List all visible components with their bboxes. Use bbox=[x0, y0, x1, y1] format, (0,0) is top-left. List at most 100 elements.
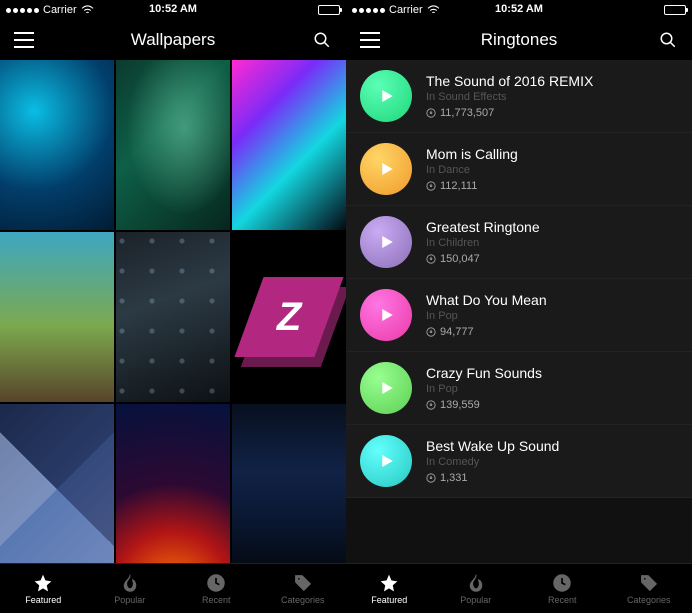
ringtone-row[interactable]: Mom is Calling In Dance 112,111 bbox=[346, 133, 692, 206]
tag-icon bbox=[293, 573, 313, 593]
menu-button[interactable] bbox=[358, 28, 382, 52]
download-icon bbox=[426, 473, 436, 483]
wallpaper-tile[interactable] bbox=[116, 232, 230, 402]
status-bar: Carrier 10:52 AM bbox=[0, 0, 346, 20]
tab-recent[interactable]: Recent bbox=[519, 564, 606, 613]
clock-icon bbox=[552, 573, 572, 593]
flame-icon bbox=[120, 573, 140, 593]
play-icon bbox=[377, 379, 395, 397]
play-icon bbox=[377, 306, 395, 324]
download-icon bbox=[426, 327, 436, 337]
nav-bar: Ringtones bbox=[346, 20, 692, 60]
tab-popular[interactable]: Popular bbox=[433, 564, 520, 613]
tab-bar: Featured Popular Recent Categories bbox=[0, 563, 346, 613]
ringtone-title: Mom is Calling bbox=[426, 146, 678, 162]
search-icon bbox=[313, 31, 331, 49]
ringtone-downloads: 139,559 bbox=[426, 399, 678, 411]
ringtone-title: Best Wake Up Sound bbox=[426, 438, 678, 454]
ringtone-row[interactable]: Greatest Ringtone In Children 150,047 bbox=[346, 206, 692, 279]
tab-categories[interactable]: Categories bbox=[606, 564, 692, 613]
download-icon bbox=[426, 400, 436, 410]
hamburger-icon bbox=[14, 32, 34, 48]
ringtone-title: What Do You Mean bbox=[426, 292, 678, 308]
wallpaper-tile[interactable] bbox=[0, 404, 114, 563]
battery-icon bbox=[318, 5, 340, 15]
tab-recent[interactable]: Recent bbox=[173, 564, 260, 613]
search-button[interactable] bbox=[310, 28, 334, 52]
ringtone-category: In Pop bbox=[426, 310, 678, 322]
play-icon bbox=[377, 87, 395, 105]
ringtone-downloads: 1,331 bbox=[426, 472, 678, 484]
clock-icon bbox=[206, 573, 226, 593]
wallpaper-tile[interactable]: Z bbox=[232, 232, 346, 402]
flame-icon bbox=[466, 573, 486, 593]
ringtone-category: In Comedy bbox=[426, 456, 678, 468]
tab-featured[interactable]: Featured bbox=[0, 564, 87, 613]
nav-bar: Wallpapers bbox=[0, 20, 346, 60]
ringtone-row[interactable]: Best Wake Up Sound In Comedy 1,331 bbox=[346, 425, 692, 498]
wallpaper-grid: Z bbox=[0, 60, 346, 563]
tab-bar: Featured Popular Recent Categories bbox=[346, 563, 692, 613]
wallpaper-tile[interactable] bbox=[0, 60, 114, 230]
tab-label: Categories bbox=[281, 595, 325, 605]
wallpaper-tile[interactable] bbox=[116, 60, 230, 230]
play-button[interactable] bbox=[360, 289, 412, 341]
play-icon bbox=[377, 452, 395, 470]
download-icon bbox=[426, 181, 436, 191]
ringtone-row[interactable]: What Do You Mean In Pop 94,777 bbox=[346, 279, 692, 352]
hamburger-icon bbox=[360, 32, 380, 48]
tab-popular[interactable]: Popular bbox=[87, 564, 174, 613]
tab-label: Recent bbox=[548, 595, 577, 605]
search-button[interactable] bbox=[656, 28, 680, 52]
wifi-icon bbox=[81, 5, 94, 15]
signal-dots-icon bbox=[352, 8, 385, 13]
ringtone-title: The Sound of 2016 REMIX bbox=[426, 73, 678, 89]
battery-icon bbox=[664, 5, 686, 15]
ringtone-category: In Sound Effects bbox=[426, 91, 678, 103]
menu-button[interactable] bbox=[12, 28, 36, 52]
zedge-logo-icon: Z bbox=[234, 277, 343, 357]
wifi-icon bbox=[427, 5, 440, 15]
tab-label: Recent bbox=[202, 595, 231, 605]
page-title: Ringtones bbox=[382, 30, 656, 50]
wallpaper-tile[interactable] bbox=[116, 404, 230, 563]
ringtone-downloads: 150,047 bbox=[426, 253, 678, 265]
tab-label: Categories bbox=[627, 595, 671, 605]
play-button[interactable] bbox=[360, 70, 412, 122]
star-icon bbox=[379, 573, 399, 593]
ringtone-category: In Pop bbox=[426, 383, 678, 395]
tab-label: Featured bbox=[371, 595, 407, 605]
ringtone-category: In Dance bbox=[426, 164, 678, 176]
tab-categories[interactable]: Categories bbox=[260, 564, 347, 613]
play-button[interactable] bbox=[360, 216, 412, 268]
tab-featured[interactable]: Featured bbox=[346, 564, 433, 613]
tab-label: Featured bbox=[25, 595, 61, 605]
ringtone-title: Crazy Fun Sounds bbox=[426, 365, 678, 381]
carrier-label: Carrier bbox=[389, 4, 423, 16]
play-icon bbox=[377, 233, 395, 251]
play-button[interactable] bbox=[360, 362, 412, 414]
ringtone-title: Greatest Ringtone bbox=[426, 219, 678, 235]
search-icon bbox=[659, 31, 677, 49]
download-icon bbox=[426, 108, 436, 118]
carrier-label: Carrier bbox=[43, 4, 77, 16]
status-bar: Carrier 10:52 AM bbox=[346, 0, 692, 20]
ringtone-downloads: 112,111 bbox=[426, 180, 678, 192]
wallpapers-screen: Carrier 10:52 AM Wallpapers Z Featured bbox=[0, 0, 346, 613]
play-button[interactable] bbox=[360, 435, 412, 487]
download-icon bbox=[426, 254, 436, 264]
play-icon bbox=[377, 160, 395, 178]
ringtone-category: In Children bbox=[426, 237, 678, 249]
wallpaper-tile[interactable] bbox=[0, 232, 114, 402]
ringtone-downloads: 94,777 bbox=[426, 326, 678, 338]
ringtones-screen: Carrier 10:52 AM Ringtones The Sound of … bbox=[346, 0, 692, 613]
wallpaper-tile[interactable] bbox=[232, 60, 346, 230]
ringtone-downloads: 11,773,507 bbox=[426, 107, 678, 119]
play-button[interactable] bbox=[360, 143, 412, 195]
tab-label: Popular bbox=[460, 595, 491, 605]
ringtone-row[interactable]: The Sound of 2016 REMIX In Sound Effects 1… bbox=[346, 60, 692, 133]
ringtone-row[interactable]: Crazy Fun Sounds In Pop 139,559 bbox=[346, 352, 692, 425]
ringtone-list[interactable]: The Sound of 2016 REMIX In Sound Effects 1… bbox=[346, 60, 692, 563]
wallpaper-tile[interactable] bbox=[232, 404, 346, 563]
tag-icon bbox=[639, 573, 659, 593]
